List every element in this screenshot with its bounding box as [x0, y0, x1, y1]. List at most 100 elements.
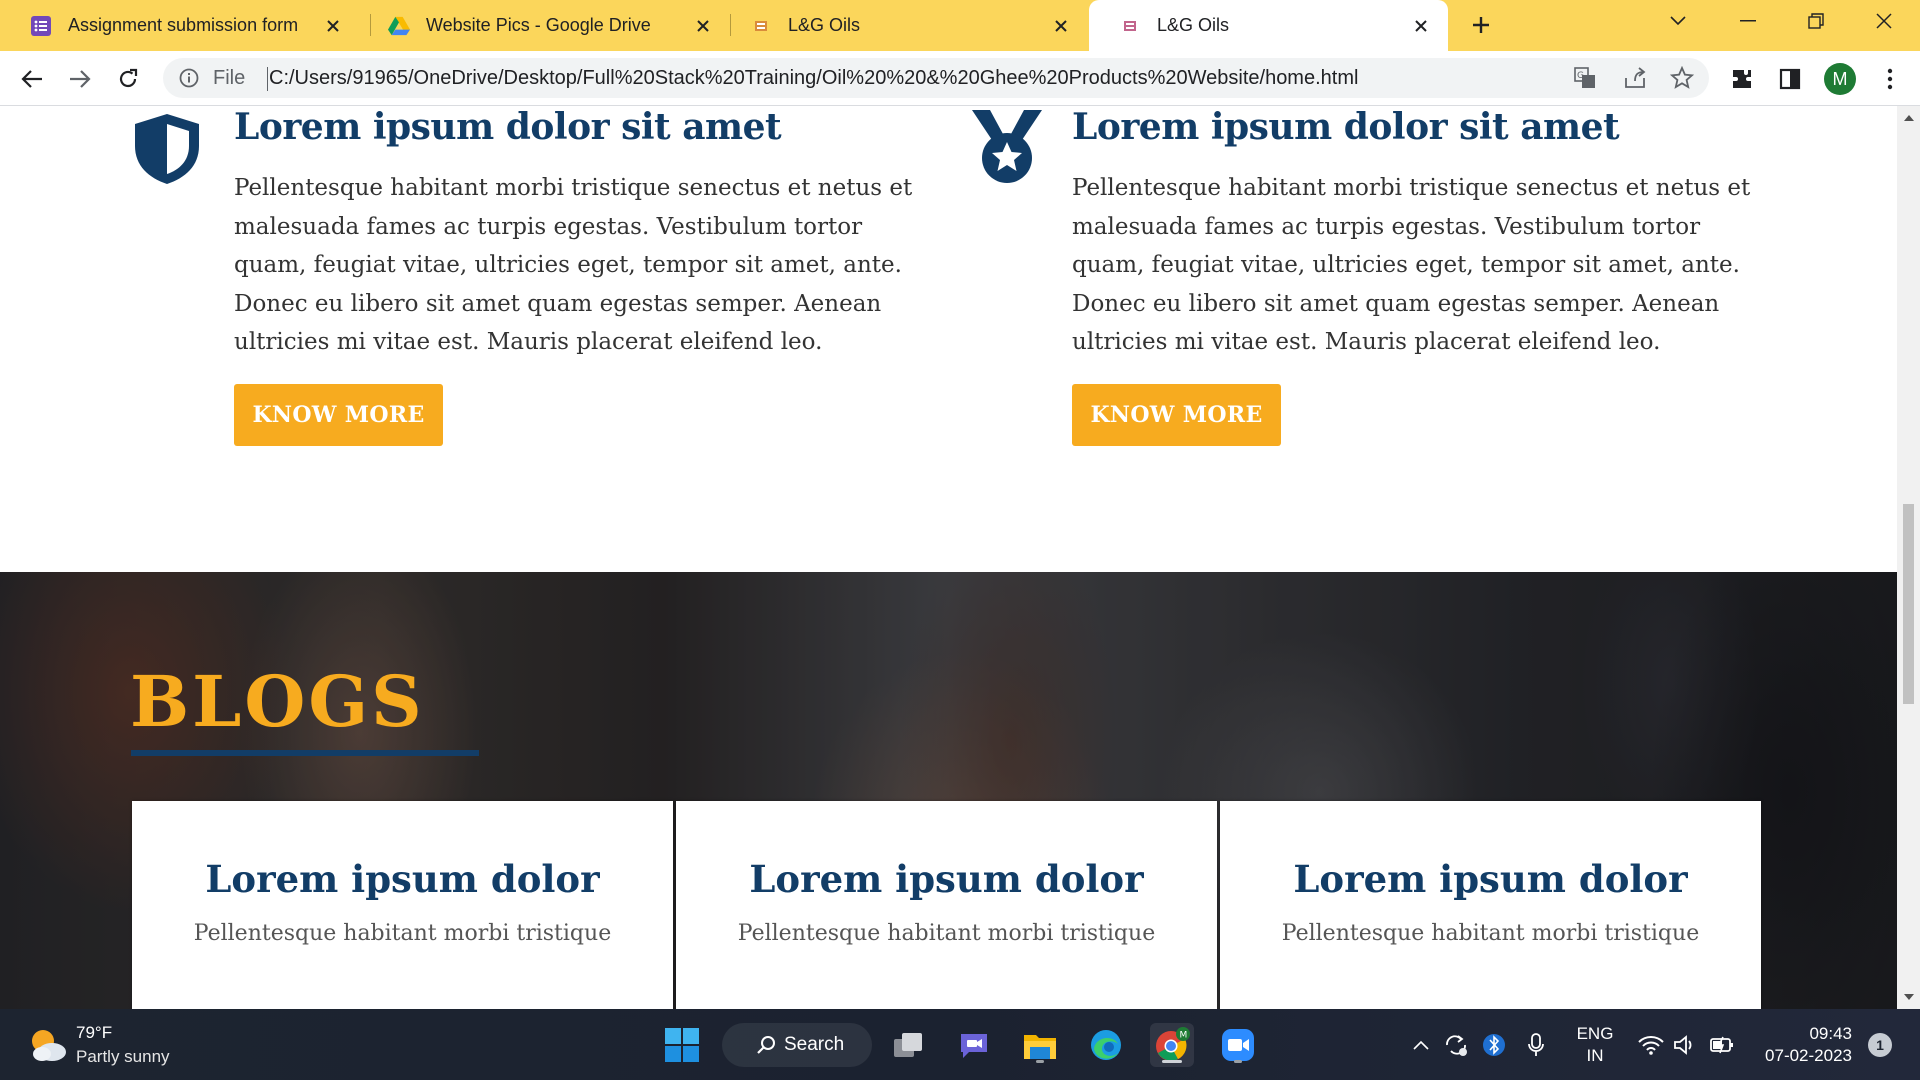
url-scheme-label: File — [213, 67, 246, 89]
partly-sunny-icon[interactable] — [28, 1027, 68, 1063]
blog-card[interactable]: Lorem ipsum dolor Pellentesque habitant … — [676, 801, 1217, 1009]
know-more-button[interactable]: KNOW MORE — [1072, 384, 1281, 446]
close-window-button[interactable] — [1856, 0, 1912, 42]
region-code: IN — [1586, 1046, 1604, 1065]
running-indicator — [1234, 1060, 1242, 1063]
site-favicon-icon — [750, 15, 772, 37]
browser-toolbar: File C:/Users/91965/OneDrive/Desktop/Ful… — [0, 51, 1920, 106]
tab-lg-oils-active[interactable]: L&G Oils — [1089, 0, 1448, 51]
url-text[interactable]: C:/Users/91965/OneDrive/Desktop/Full%20S… — [269, 67, 1358, 90]
translate-icon[interactable]: G — [1573, 66, 1597, 90]
back-button[interactable] — [14, 61, 50, 97]
wifi-icon[interactable] — [1636, 1009, 1666, 1080]
google-drive-icon — [388, 15, 410, 37]
system-clock[interactable]: 09:43 07-02-2023 — [1752, 1023, 1852, 1067]
minimize-button[interactable] — [1720, 0, 1776, 42]
svg-text:G: G — [1577, 71, 1584, 81]
profile-avatar[interactable]: M — [1824, 63, 1856, 95]
address-bar[interactable]: File C:/Users/91965/OneDrive/Desktop/Ful… — [163, 58, 1709, 98]
running-indicator — [1036, 1060, 1044, 1063]
blog-card-excerpt: Pellentesque habitant morbi tristique — [1281, 921, 1700, 946]
volume-icon[interactable] — [1670, 1009, 1700, 1080]
blog-card[interactable]: Lorem ipsum dolor Pellentesque habitant … — [132, 801, 673, 1009]
medal-icon — [970, 108, 1044, 190]
bluetooth-icon[interactable] — [1480, 1009, 1508, 1080]
show-hidden-icons-chevron-up-icon[interactable] — [1408, 1009, 1434, 1080]
tab-title: Website Pics - Google Drive — [426, 15, 651, 35]
search-label: Search — [784, 1034, 845, 1055]
edge-browser-button[interactable] — [1084, 1023, 1128, 1067]
shield-icon — [133, 112, 201, 190]
teams-chat-button[interactable] — [952, 1023, 996, 1067]
blog-card-title: Lorem ipsum dolor — [1293, 857, 1688, 901]
feature-title: Lorem ipsum dolor sit amet — [234, 106, 782, 148]
sync-icon[interactable] — [1440, 1009, 1472, 1080]
taskbar-search[interactable]: Search — [722, 1023, 872, 1067]
plus-icon — [1473, 17, 1489, 33]
info-icon[interactable] — [178, 67, 200, 89]
clock-time: 09:43 — [1809, 1024, 1852, 1043]
blog-card[interactable]: Lorem ipsum dolor Pellentesque habitant … — [1220, 801, 1761, 1009]
start-button[interactable] — [660, 1023, 704, 1067]
tab-assignment-form[interactable]: Assignment submission form — [0, 0, 360, 51]
blogs-heading: BLOGS — [130, 660, 425, 743]
tab-title: L&G Oils — [1157, 15, 1230, 35]
input-language-indicator[interactable]: ENG IN — [1572, 1023, 1618, 1067]
task-view-button[interactable] — [886, 1023, 930, 1067]
side-panel-icon[interactable] — [1776, 65, 1804, 93]
close-icon[interactable] — [318, 11, 348, 41]
tab-title: L&G Oils — [788, 15, 861, 35]
edge-icon — [1091, 1030, 1121, 1060]
close-icon[interactable] — [1406, 11, 1436, 41]
notification-badge[interactable]: 1 — [1868, 1033, 1892, 1057]
restore-button[interactable] — [1788, 0, 1844, 42]
teams-chat-icon — [961, 1034, 987, 1058]
battery-charging-icon[interactable] — [1706, 1009, 1738, 1080]
tab-google-drive[interactable]: Website Pics - Google Drive — [358, 0, 730, 51]
chevron-down-icon — [1670, 16, 1686, 26]
browser-tabstrip: Assignment submission form Website Pics … — [0, 0, 1920, 51]
blog-card-title: Lorem ipsum dolor — [205, 857, 600, 901]
windows-logo-icon — [665, 1028, 699, 1062]
microphone-icon[interactable] — [1522, 1009, 1550, 1080]
blog-card-excerpt: Pellentesque habitant morbi tristique — [737, 921, 1156, 946]
reload-icon — [119, 68, 138, 88]
clock-date: 07-02-2023 — [1765, 1046, 1852, 1065]
weather-description[interactable]: Partly sunny — [76, 1047, 170, 1067]
scrollbar-thumb[interactable] — [1903, 504, 1914, 704]
blog-card-title: Lorem ipsum dolor — [749, 857, 1144, 901]
windows-taskbar: 79°F Partly sunny Search M ENG IN 09:43 … — [0, 1009, 1920, 1080]
zoom-button[interactable] — [1216, 1023, 1260, 1067]
extensions-icon[interactable] — [1728, 65, 1756, 93]
scroll-up-arrow-icon[interactable] — [1897, 108, 1920, 128]
page-scrollbar[interactable] — [1897, 106, 1920, 1009]
chrome-button[interactable]: M — [1150, 1023, 1194, 1067]
feature-description: Pellentesque habitant morbi tristique se… — [1072, 175, 1751, 355]
close-icon[interactable] — [688, 11, 718, 41]
svg-text:M: M — [1180, 1031, 1188, 1041]
reload-button[interactable] — [110, 61, 146, 97]
page-viewport: Lorem ipsum dolor sit amet Pellentesque … — [0, 106, 1897, 1009]
tab-search-button[interactable] — [1650, 0, 1706, 42]
menu-kebab-icon[interactable] — [1876, 65, 1904, 93]
forward-button[interactable] — [62, 61, 98, 97]
search-icon — [756, 1035, 776, 1055]
arrow-left-icon — [21, 70, 42, 88]
know-more-button[interactable]: KNOW MORE — [234, 384, 443, 446]
tab-title: Assignment submission form — [68, 15, 299, 35]
running-indicator — [1162, 1060, 1182, 1063]
restore-icon — [1808, 13, 1824, 29]
tab-lg-oils[interactable]: L&G Oils — [720, 0, 1088, 51]
close-icon[interactable] — [1046, 11, 1076, 41]
zoom-video-icon — [1222, 1029, 1254, 1061]
weather-temperature[interactable]: 79°F — [76, 1023, 112, 1043]
new-tab-button[interactable] — [1465, 8, 1497, 42]
arrow-right-icon — [70, 70, 91, 88]
bookmark-star-icon[interactable] — [1669, 65, 1695, 90]
blogs-section: BLOGS Lorem ipsum dolor Pellentesque hab… — [0, 572, 1897, 1009]
share-icon[interactable] — [1623, 66, 1647, 90]
blog-card-excerpt: Pellentesque habitant morbi tristique — [193, 921, 612, 946]
scroll-down-arrow-icon[interactable] — [1897, 987, 1920, 1007]
file-explorer-button[interactable] — [1018, 1023, 1062, 1067]
url-divider — [267, 67, 268, 91]
